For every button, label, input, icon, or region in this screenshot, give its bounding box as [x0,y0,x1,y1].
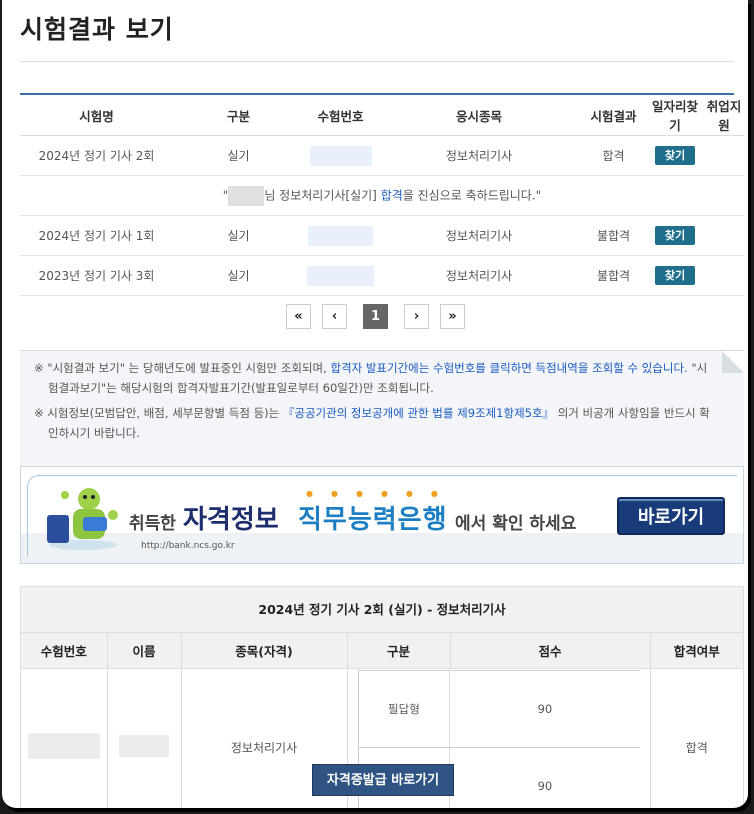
find-job-button[interactable]: 찾기 [655,146,695,165]
detail-heading: 2024년 정기 기사 2회 (실기) - 정보처리기사 [21,587,743,633]
exam-name: 2024년 정기 기사 1회 [20,215,173,256]
col-subject: 응시종목 [377,95,581,136]
redacted-exam-number [27,733,100,759]
col-category: 구분 [347,633,451,669]
banner-highlight: 자격정보 [183,505,279,535]
exam-name: 2023년 정기 기사 3회 [20,255,173,296]
mascot-icon [47,488,118,550]
table-row: 2024년 정기 기사 2회 실기 정보처리기사 합격 찾기 [20,135,744,176]
col-result: 시험결과 [581,95,646,136]
score-value: 90 [449,747,640,808]
banner-text: 취득한 [129,514,176,534]
col-job-support: 취업지원 [704,95,744,136]
certificate-issue-button[interactable]: 자격증발급 바로가기 [312,764,454,796]
results-table: 시험명 구분 수험번호 응시종목 시험결과 일자리찾기 취업지원 2024년 정… [20,95,744,296]
find-job-button[interactable]: 찾기 [655,266,695,285]
exam-type: 실기 [173,255,304,296]
exam-subject: 정보처리기사 [377,255,581,296]
banner-text: 에서 확인 하세요 [455,514,577,534]
notice-box: ※ "시험결과 보기" 는 당해년도에 발표중인 시험만 조회되며, 합격자 발… [20,350,744,468]
table-header-row: 시험명 구분 수험번호 응시종목 시험결과 일자리찾기 취업지원 [20,95,744,136]
banner-url: http://bank.ncs.go.kr [141,541,235,551]
notice-item: ※ "시험결과 보기" 는 당해년도에 발표중인 시험만 조회되며, 합격자 발… [34,361,708,395]
table-row: 2024년 정기 기사 1회 실기 정보처리기사 불합격 찾기 [20,215,744,256]
col-exam-number: 수험번호 [304,95,377,136]
divider [20,61,734,62]
first-page-button[interactable]: « [286,304,311,329]
ncs-bank-banner[interactable]: 취득한 자격정보 ●●●●●● 직무능력은행 에서 확인 하세요 http://… [20,466,744,564]
score-header-row: 수험번호 이름 종목(자격) 구분 점수 합격여부 [21,633,743,669]
redacted-name [228,185,265,206]
exam-subject: 정보처리기사 [377,135,581,176]
table-row: 2023년 정기 기사 3회 실기 정보처리기사 불합격 찾기 [20,255,744,296]
redacted-exam-number[interactable] [308,225,373,246]
col-pass: 합격여부 [650,633,743,669]
dots-decoration: ●●●●●● [306,489,456,498]
prev-page-button[interactable]: ‹ [322,304,347,329]
exam-result: 불합격 [581,215,646,256]
score-row: 필답형 90 [357,670,640,748]
last-page-button[interactable]: » [440,304,465,329]
col-name: 이름 [107,633,182,669]
redacted-exam-number[interactable] [309,145,372,166]
col-subject: 종목(자격) [181,633,348,669]
score-value: 90 [449,670,640,748]
find-job-button[interactable]: 찾기 [655,226,695,245]
pass-status: 합격 [685,741,708,755]
notice-item: ※ 시험정보(모범답안, 배점, 세부문항별 득점 등)는 『공공기관의 정보공… [34,406,710,440]
banner-highlight: 직무능력은행 [298,505,448,535]
current-page[interactable]: 1 [363,304,388,329]
exam-result: 불합격 [581,255,646,296]
exam-type: 실기 [173,215,304,256]
col-exam-name: 시험명 [20,95,173,136]
exam-number[interactable] [304,215,377,256]
redacted-name [119,735,169,757]
col-score: 점수 [450,633,651,669]
score-label: 필답형 [357,670,451,748]
exam-number[interactable] [304,255,377,296]
law-link[interactable]: 『공공기관의 정보공개에 관한 법률 제9조제1항제5호』 [283,406,554,420]
next-page-button[interactable]: › [404,304,429,329]
col-type: 구분 [173,95,304,136]
exam-result: 합격 [581,135,646,176]
banner-go-button[interactable]: 바로가기 [617,497,725,535]
exam-type: 실기 [173,135,304,176]
col-job-search: 일자리찾기 [646,95,704,136]
notice-link: 합격자 발표기간에는 수험번호를 클릭하면 득점내역을 조회할 수 있습니다. [330,361,688,375]
exam-number[interactable] [304,135,377,176]
pagination: « ‹ 1 › » [286,304,465,329]
pass-highlight: 합격 [380,188,403,202]
page-title: 시험결과 보기 [20,15,174,44]
page-window: 시험결과 보기 시험명 구분 수험번호 응시종목 시험결과 일자리찾기 취업지원… [2,0,748,808]
col-exam-number: 수험번호 [21,633,108,669]
exam-name: 2024년 정기 기사 2회 [20,135,173,176]
exam-subject: 정보처리기사 [377,215,581,256]
congrats-row: " 님 정보처리기사[실기] 합격을 진심으로 축하드립니다." [20,175,744,216]
redacted-exam-number[interactable] [307,265,374,286]
